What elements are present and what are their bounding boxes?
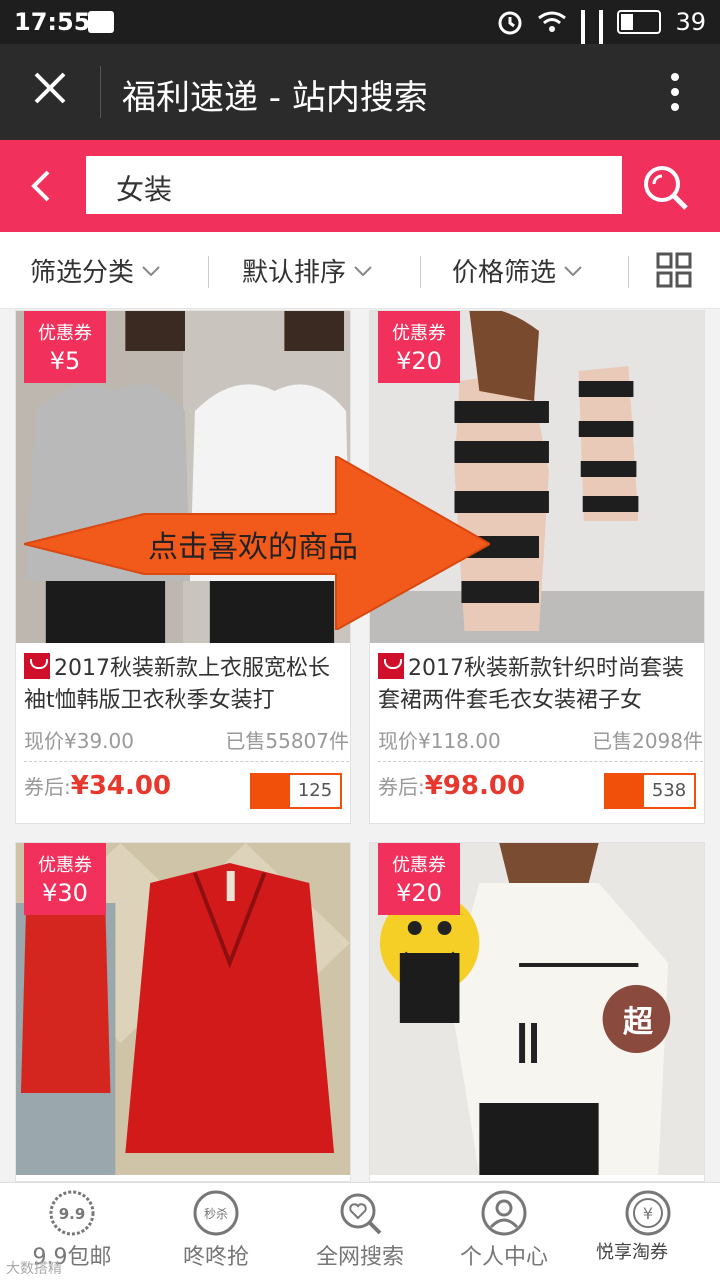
sold-count: 已售55807件 bbox=[225, 729, 349, 753]
sold-count: 已售2098件 bbox=[592, 729, 703, 753]
tutorial-arrow-label: 点击喜欢的商品 bbox=[148, 530, 358, 565]
dashed-divider bbox=[24, 761, 349, 762]
after-coupon-value: ¥98.00 bbox=[424, 771, 526, 801]
status-icons: 39 bbox=[497, 8, 706, 90]
tab-label: 个人中心 bbox=[459, 1245, 548, 1270]
filter-divider bbox=[420, 256, 421, 288]
cell-signal-2-icon bbox=[599, 10, 604, 90]
coupon-remaining-badge[interactable]: 538 bbox=[604, 773, 696, 809]
coupon-badge: 优惠券 ¥20 bbox=[378, 311, 460, 383]
alarm-icon bbox=[498, 11, 522, 35]
close-icon[interactable] bbox=[30, 68, 70, 108]
tmall-icon bbox=[24, 653, 50, 679]
svg-text:9.9: 9.9 bbox=[59, 1205, 86, 1223]
coupon-remaining-count: 125 bbox=[297, 780, 333, 801]
status-bar: 17:55 39 bbox=[0, 0, 720, 90]
product-card[interactable]: 超 优惠券 ¥20 bbox=[369, 842, 705, 1182]
badge-9-9-icon: 9.9 bbox=[49, 1190, 95, 1236]
product-title-text: 2017秋装新款上衣服宽松长袖t恤韩版卫衣秋季女装打 bbox=[24, 656, 330, 713]
product-card[interactable]: 优惠券 ¥30 bbox=[15, 842, 351, 1182]
coupon-remaining-bar bbox=[252, 775, 290, 807]
product-title[interactable]: 2017秋装新款上衣服宽松长袖t恤韩版卫衣秋季女装打 bbox=[24, 653, 349, 717]
coupon-remaining-badge[interactable]: 125 bbox=[250, 773, 342, 809]
status-time: 17:55 bbox=[14, 8, 91, 36]
battery-icon bbox=[617, 10, 662, 34]
coupon-label: 优惠券 bbox=[38, 855, 92, 876]
product-title[interactable]: 2017秋装新款针织时尚套装套裙两件套毛衣女装裙子女 bbox=[378, 653, 703, 717]
svg-text:秒杀: 秒杀 bbox=[204, 1206, 228, 1221]
cell-signal-icon bbox=[581, 10, 586, 90]
search-bar: 女装 bbox=[0, 140, 720, 232]
after-coupon-label: 券后: bbox=[24, 775, 71, 799]
search-input-value: 女装 bbox=[116, 173, 173, 206]
back-icon[interactable] bbox=[22, 166, 62, 206]
filter-divider bbox=[628, 256, 629, 288]
after-coupon-label: 券后: bbox=[378, 775, 425, 799]
current-price: 现价¥39.00 bbox=[24, 729, 134, 753]
tab-web-search[interactable]: 全网搜索 bbox=[288, 1183, 432, 1281]
search-icon[interactable] bbox=[636, 158, 692, 214]
svg-text:¥: ¥ bbox=[643, 1204, 653, 1223]
coupon-label: 优惠券 bbox=[38, 323, 92, 344]
super-badge: 超 bbox=[623, 1005, 653, 1040]
flash-sale-icon: 秒杀 bbox=[193, 1190, 239, 1236]
coupon-value: ¥20 bbox=[396, 347, 442, 375]
app-header: 福利速递 - 站内搜索 bbox=[0, 44, 720, 140]
tab-coupon[interactable]: ¥ bbox=[576, 1183, 720, 1281]
filter-price[interactable]: 价格筛选 bbox=[452, 252, 582, 289]
coupon-badge: 优惠券 ¥5 bbox=[24, 311, 106, 383]
page-title: 福利速递 - 站内搜索 bbox=[122, 78, 428, 118]
coupon-badge: 优惠券 ¥20 bbox=[378, 843, 460, 915]
after-coupon-value: ¥34.00 bbox=[70, 771, 172, 801]
chevron-down-icon bbox=[142, 265, 160, 276]
after-coupon-price: 券后:¥34.00 bbox=[24, 771, 171, 801]
product-title-text: 2017秋装新款针织时尚套装套裙两件套毛衣女装裙子女 bbox=[378, 656, 684, 713]
filter-divider bbox=[208, 256, 209, 288]
battery-level: 39 bbox=[675, 8, 706, 36]
coupon-badge: 优惠券 ¥30 bbox=[24, 843, 106, 915]
chevron-down-icon bbox=[354, 265, 372, 276]
chevron-down-icon bbox=[564, 265, 582, 276]
header-divider bbox=[100, 66, 101, 118]
coupon-value: ¥5 bbox=[49, 347, 81, 375]
coupon-label: 优惠券 bbox=[392, 323, 446, 344]
after-coupon-price: 券后:¥98.00 bbox=[378, 771, 525, 801]
grid-view-icon[interactable] bbox=[656, 252, 692, 288]
price-row: 现价¥39.00 已售55807件 bbox=[24, 725, 349, 754]
price-row: 现价¥118.00 已售2098件 bbox=[378, 725, 703, 754]
tmall-icon bbox=[378, 653, 404, 679]
filter-category[interactable]: 筛选分类 bbox=[30, 252, 160, 289]
coupon-remaining-count: 538 bbox=[651, 780, 687, 801]
tab-flash-sale[interactable]: 秒杀 咚咚抢 bbox=[144, 1183, 288, 1281]
more-icon[interactable] bbox=[670, 72, 680, 112]
filter-sort-label: 默认排序 bbox=[242, 258, 347, 288]
dashed-divider bbox=[378, 761, 703, 762]
current-price: 现价¥118.00 bbox=[378, 729, 501, 753]
filter-sort[interactable]: 默认排序 bbox=[242, 252, 372, 289]
search-input[interactable]: 女装 bbox=[86, 156, 622, 214]
wifi-icon bbox=[538, 11, 567, 32]
tab-label: 全网搜索 bbox=[315, 1245, 404, 1270]
tab-label: 咚咚抢 bbox=[182, 1245, 249, 1270]
bottom-tab-bar: 9.9 9.9包邮 秒杀 咚咚抢 全网搜索 个人中心 ¥ bbox=[0, 1182, 720, 1281]
search-heart-icon bbox=[340, 1193, 382, 1235]
coupon-label: 优惠券 bbox=[392, 855, 446, 876]
filter-category-label: 筛选分类 bbox=[30, 258, 135, 288]
coupon-value: ¥20 bbox=[396, 879, 442, 907]
watermark-left: 大数搭精 bbox=[6, 1261, 62, 1277]
user-icon bbox=[481, 1190, 527, 1236]
filter-price-label: 价格筛选 bbox=[452, 258, 557, 288]
tab-profile[interactable]: 个人中心 bbox=[432, 1183, 576, 1281]
yen-refresh-icon: ¥ bbox=[625, 1190, 671, 1236]
coupon-value: ¥30 bbox=[42, 879, 88, 907]
filter-bar: 筛选分类 默认排序 价格筛选 bbox=[0, 232, 720, 309]
image-notification-icon bbox=[88, 11, 114, 33]
watermark-right: 悦享淘券 bbox=[596, 1242, 668, 1263]
coupon-remaining-bar bbox=[606, 775, 644, 807]
